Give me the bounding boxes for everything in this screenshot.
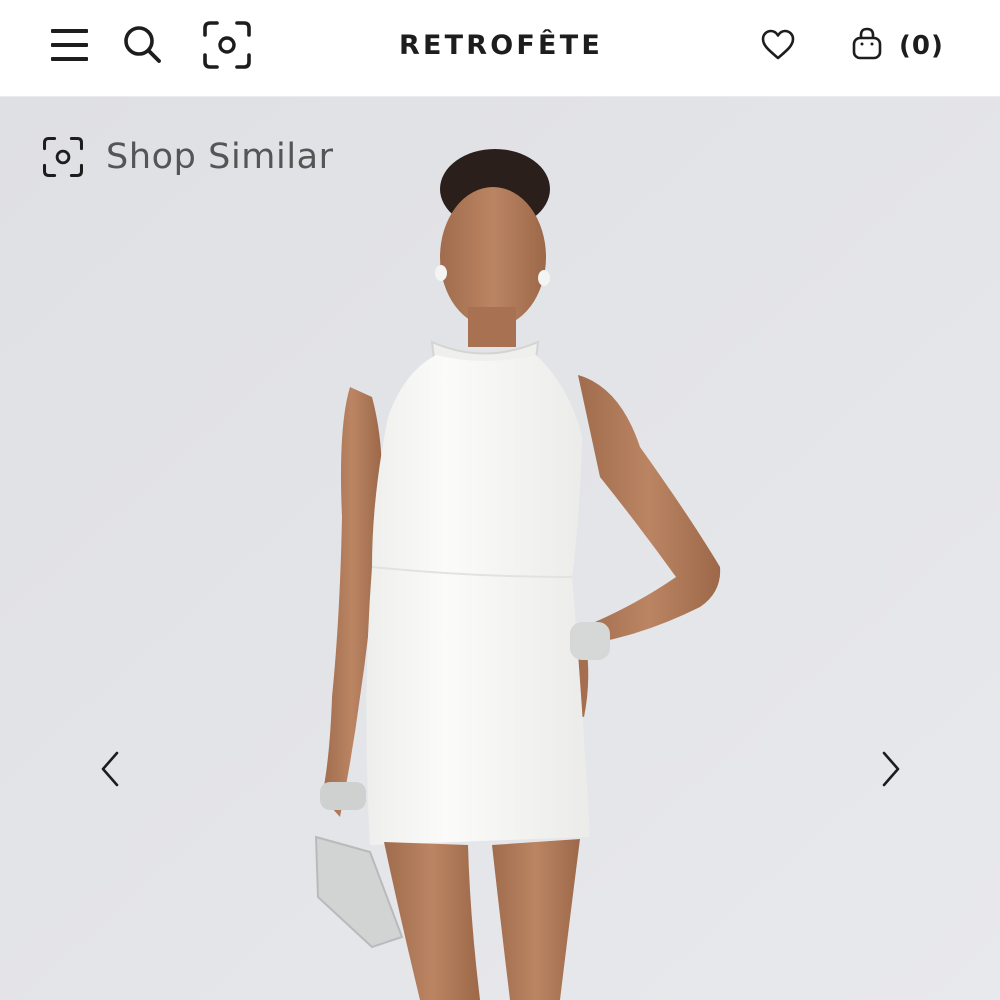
visual-search-icon[interactable] [202,20,252,70]
visual-search-icon [43,137,83,177]
cart-count[interactable]: (0) [899,26,944,66]
shop-similar-button[interactable]: Shop Similar [42,133,334,181]
shopping-bag-icon[interactable] [851,26,883,62]
chevron-left-icon[interactable] [96,747,126,791]
heart-icon[interactable] [760,28,796,62]
shop-similar-label: Shop Similar [106,137,334,177]
product-photo [0,97,1000,1000]
search-icon[interactable] [122,24,164,66]
brand-logo[interactable]: RETROFÊTE [390,26,612,66]
product-image-carousel[interactable]: Shop Similar [0,97,1000,1000]
menu-icon[interactable] [50,26,90,64]
chevron-right-icon[interactable] [875,747,905,791]
top-header: RETROFÊTE (0) [0,0,1000,97]
